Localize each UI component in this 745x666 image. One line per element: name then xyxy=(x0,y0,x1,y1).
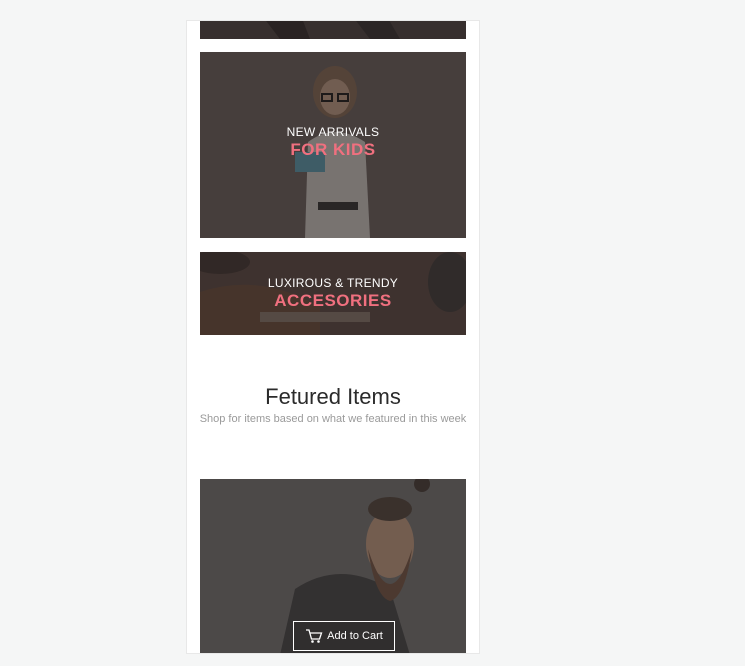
cart-icon xyxy=(306,629,323,643)
banner-acc-text: LUXIROUS & TRENDY ACCESORIES xyxy=(200,276,466,311)
banner-acc-headline: ACCESORIES xyxy=(274,291,392,310)
banner-kids-text: NEW ARRIVALS FOR KIDS xyxy=(200,125,466,160)
product-card[interactable]: Add to Cart xyxy=(200,479,466,653)
banner-kids-pretitle: NEW ARRIVALS xyxy=(286,125,380,139)
banner-new-arrivals-kids[interactable]: NEW ARRIVALS FOR KIDS xyxy=(200,52,466,238)
featured-title: Fetured Items xyxy=(265,384,401,409)
banner-top-overlay xyxy=(200,21,466,39)
banner-acc-pretitle: LUXIROUS & TRENDY xyxy=(267,276,399,290)
banner-image-top[interactable] xyxy=(200,21,466,39)
add-to-cart-button[interactable]: Add to Cart xyxy=(293,621,395,651)
banner-kids-headline: FOR KIDS xyxy=(290,140,376,159)
mobile-page-frame: NEW ARRIVALS FOR KIDS LUXIROUS & TRENDY … xyxy=(186,20,480,654)
banner-accessories[interactable]: LUXIROUS & TRENDY ACCESORIES xyxy=(200,252,466,335)
featured-subtitle: Shop for items based on what we featured… xyxy=(199,413,467,425)
add-to-cart-label: Add to Cart xyxy=(327,630,383,642)
